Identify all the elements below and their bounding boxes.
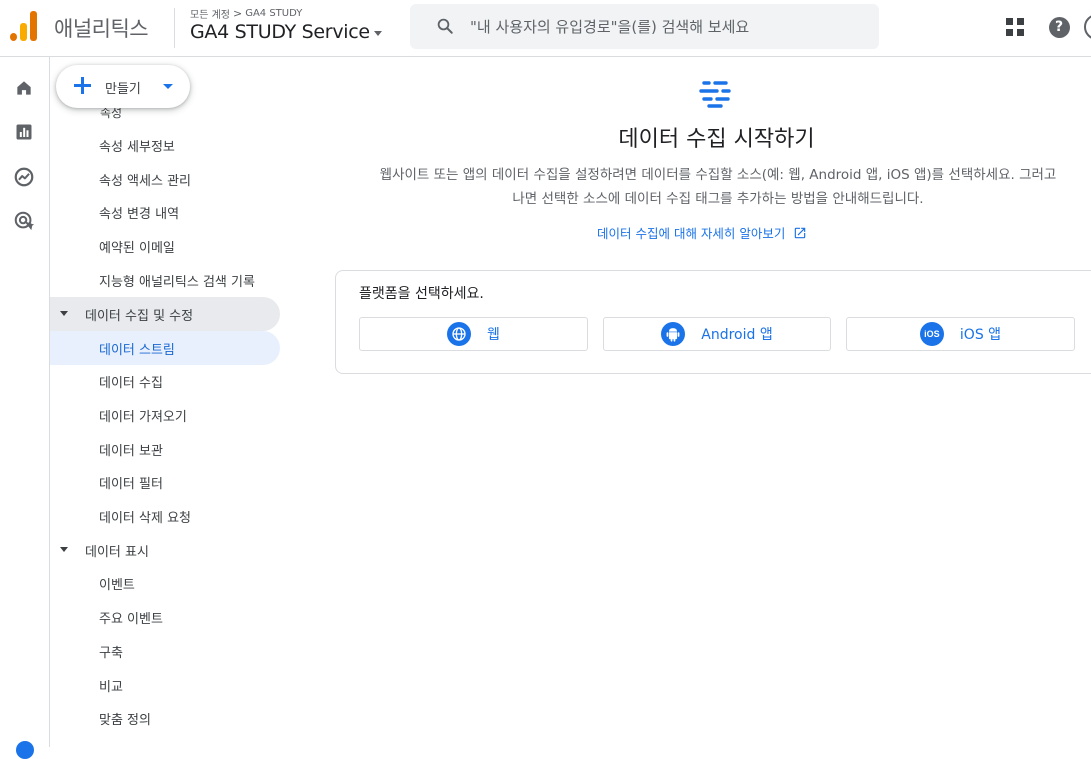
settings-icon[interactable] xyxy=(16,741,34,759)
analytics-logo-icon[interactable] xyxy=(10,11,38,41)
breadcrumb-property[interactable]: GA4 STUDY xyxy=(245,8,302,19)
platform-label: iOS 앱 xyxy=(959,327,1002,343)
nav-item-property-details[interactable]: 속성 세부정보 xyxy=(50,128,280,162)
globe-icon xyxy=(447,322,472,346)
nav-item-audiences[interactable]: 구축 xyxy=(50,634,280,668)
platform-web-button[interactable]: 웹 xyxy=(359,317,588,351)
page-title: 데이터 수집 시작하기 xyxy=(618,127,815,152)
nav-item-label: 데이터 가져오기 xyxy=(99,409,187,425)
nav-item-label: 속성 변경 내역 xyxy=(99,206,180,222)
nav-item-label: 이벤트 xyxy=(99,577,135,593)
nav-item-key-events[interactable]: 주요 이벤트 xyxy=(50,600,280,634)
page-description: 웹사이트 또는 앱의 데이터 수집을 설정하려면 데이터를 수집할 소스(예: … xyxy=(379,167,1057,207)
nav-item-label: 속성 액세스 관리 xyxy=(99,173,191,189)
ios-icon: iOS xyxy=(919,322,944,346)
learn-more-label: 데이터 수집에 대해 자세히 알아보기 xyxy=(597,226,786,241)
nav-item-data-deletion-requests[interactable]: 데이터 삭제 요청 xyxy=(50,499,280,533)
nav-section-label: 데이터 표시 xyxy=(85,544,149,560)
nav-section-data-display[interactable]: 데이터 표시 xyxy=(50,533,280,567)
property-selector[interactable]: GA4 STUDY Service xyxy=(190,21,382,43)
dropdown-arrow-icon[interactable] xyxy=(163,84,173,89)
android-icon xyxy=(661,322,686,346)
reports-icon[interactable] xyxy=(11,119,37,145)
nav-item-label: 지능형 애널리틱스 검색 기록 xyxy=(99,274,255,290)
app-title[interactable]: 애널리틱스 xyxy=(54,13,149,43)
platform-android-button[interactable]: Android 앱 xyxy=(603,317,831,351)
nav-item-label: 구축 xyxy=(99,645,123,661)
nav-item-custom-definitions[interactable]: 맞춤 정의 xyxy=(50,701,280,735)
platform-label: 웹 xyxy=(487,327,500,343)
caret-down-icon xyxy=(373,30,382,36)
property-name: GA4 STUDY Service xyxy=(190,21,370,43)
platform-ios-button[interactable]: iOS iOS 앱 xyxy=(846,317,1075,351)
nav-item-data-filters[interactable]: 데이터 필터 xyxy=(50,465,280,499)
nav-item-label: 데이터 보관 xyxy=(99,443,163,459)
nav-item-label: 속성 세부정보 xyxy=(99,139,175,155)
explore-icon[interactable] xyxy=(11,164,37,190)
nav-item-events[interactable]: 이벤트 xyxy=(50,566,280,600)
breadcrumb-account[interactable]: 모든 계정 xyxy=(190,6,230,21)
left-rail xyxy=(0,57,50,759)
top-app-bar: 애널리틱스 모든 계정 > GA4 STUDY GA4 STUDY Servic… xyxy=(0,0,1091,57)
home-icon[interactable] xyxy=(11,75,37,101)
nav-item-data-collection[interactable]: 데이터 수집 xyxy=(50,364,280,398)
nav-item-label: 데이터 스트림 xyxy=(99,342,175,358)
platform-card: 플랫폼을 선택하세요. 웹 Android 앱 iOS iOS 앱 xyxy=(335,270,1091,374)
nav-item-change-history[interactable]: 속성 변경 내역 xyxy=(50,195,280,229)
nav-item-label: 주요 이벤트 xyxy=(99,611,163,627)
advertising-icon[interactable] xyxy=(11,208,37,234)
account-avatar[interactable] xyxy=(1084,14,1091,40)
admin-navigation: 만들기 속성 속성 세부정보 속성 액세스 관리 속성 변경 내역 예약된 이메… xyxy=(50,57,335,747)
nav-item-comparisons[interactable]: 비교 xyxy=(50,668,280,702)
nav-item-scheduled-emails[interactable]: 예약된 이메일 xyxy=(50,229,280,263)
main-content: 데이터 수집 시작하기 웹사이트 또는 앱의 데이터 수집을 설정하려면 데이터… xyxy=(335,57,1091,747)
nav-item-analytics-search-history[interactable]: 지능형 애널리틱스 검색 기록 xyxy=(50,263,280,297)
apps-grid-icon[interactable] xyxy=(1002,14,1028,40)
nav-item-label: 데이터 수집 xyxy=(99,375,163,391)
expand-arrow-icon xyxy=(60,311,68,316)
nav-item-data-import[interactable]: 데이터 가져오기 xyxy=(50,398,280,432)
nav-item-label: 예약된 이메일 xyxy=(99,240,175,256)
data-streams-icon xyxy=(699,81,731,108)
nav-section-label: 데이터 수집 및 수정 xyxy=(85,308,194,324)
platform-label: Android 앱 xyxy=(701,327,773,343)
breadcrumb[interactable]: 모든 계정 > GA4 STUDY xyxy=(190,6,302,21)
help-icon[interactable]: ? xyxy=(1046,14,1072,40)
platform-prompt: 플랫폼을 선택하세요. xyxy=(359,286,484,302)
nav-item-data-retention[interactable]: 데이터 보관 xyxy=(50,432,280,466)
expand-arrow-icon xyxy=(60,547,68,552)
plus-icon xyxy=(74,77,91,94)
nav-item-label: 데이터 삭제 요청 xyxy=(99,510,191,526)
search-placeholder: "내 사용자의 유입경로"을(를) 검색해 보세요 xyxy=(470,18,750,36)
nav-item-data-streams[interactable]: 데이터 스트림 xyxy=(50,331,280,365)
search-bar[interactable]: "내 사용자의 유입경로"을(를) 검색해 보세요 xyxy=(410,4,879,49)
create-label: 만들기 xyxy=(105,82,141,97)
create-button[interactable]: 만들기 xyxy=(56,65,190,108)
chevron-right-icon: > xyxy=(232,7,243,20)
nav-section-data-collection[interactable]: 데이터 수집 및 수정 xyxy=(50,297,280,331)
search-icon xyxy=(437,18,453,34)
nav-item-label: 맞춤 정의 xyxy=(99,712,151,728)
open-in-new-icon xyxy=(795,227,806,238)
nav-item-label: 비교 xyxy=(99,679,123,695)
learn-more-link[interactable]: 데이터 수집에 대해 자세히 알아보기 xyxy=(597,223,807,242)
nav-item-label: 데이터 필터 xyxy=(99,476,163,492)
divider xyxy=(174,8,175,48)
nav-item-property-access[interactable]: 속성 액세스 관리 xyxy=(50,162,280,196)
